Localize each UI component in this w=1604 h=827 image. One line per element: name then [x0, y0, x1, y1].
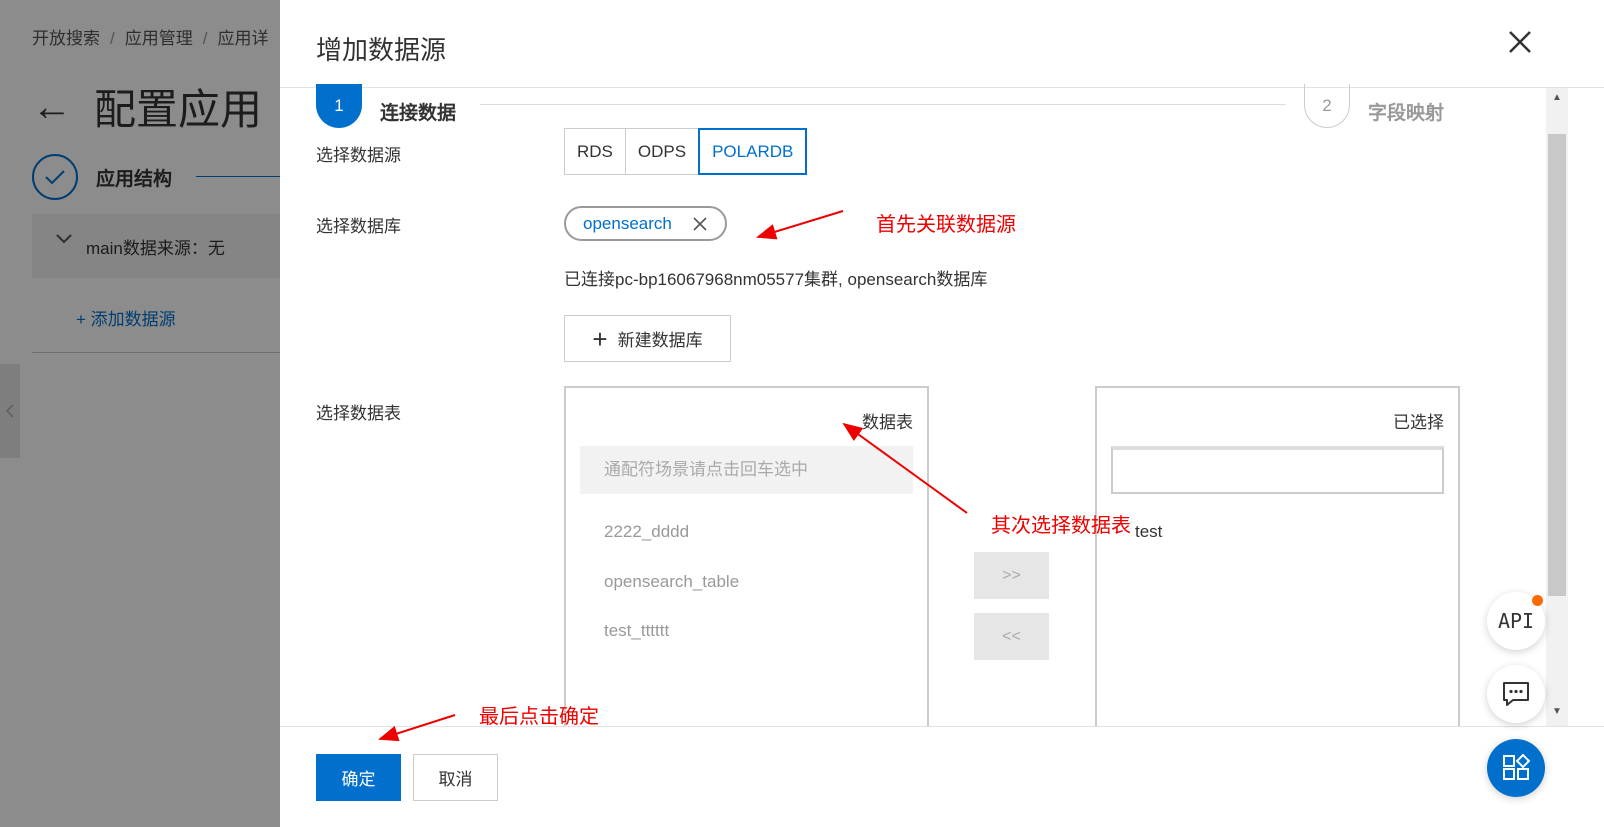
- transfer-source-title: 数据表: [862, 413, 913, 432]
- apps-icon: [1503, 754, 1530, 780]
- step-1-label: 连接数据: [380, 103, 457, 124]
- transfer-target-title: 已选择: [1393, 413, 1444, 432]
- notification-dot: [1532, 595, 1543, 606]
- annotation-first: 首先关联数据源: [876, 214, 1016, 236]
- scrollbar-thumb[interactable]: [1548, 134, 1566, 596]
- chat-icon: [1503, 682, 1529, 706]
- source-selector: RDS ODPS POLARDB: [564, 128, 808, 175]
- table-label: 选择数据表: [316, 404, 401, 423]
- new-database-label: 新建数据库: [617, 331, 703, 350]
- api-button[interactable]: API: [1487, 592, 1545, 650]
- list-item[interactable]: opensearch_table: [604, 572, 739, 592]
- api-label: API: [1497, 609, 1535, 633]
- source-label: 选择数据源: [316, 146, 401, 165]
- source-option-polardb[interactable]: POLARDB: [698, 128, 808, 175]
- transfer-source-list: 数据表 2222_dddd opensearch_table test_tttt…: [564, 386, 929, 746]
- apps-button[interactable]: [1487, 739, 1545, 797]
- drawer-header: 增加数据源: [280, 0, 1604, 88]
- selected-search-input[interactable]: [1111, 446, 1444, 494]
- step-2-label: 字段映射: [1368, 103, 1445, 124]
- database-tag[interactable]: opensearch: [564, 206, 727, 241]
- database-label: 选择数据库: [316, 217, 401, 236]
- annotation-last: 最后点击确定: [479, 706, 599, 728]
- drawer-footer: 确定 取消: [280, 726, 1604, 827]
- table-search-input[interactable]: [580, 446, 913, 494]
- steps: 1 连接数据 2 字段映射: [316, 84, 1466, 130]
- source-option-rds[interactable]: RDS: [564, 128, 626, 175]
- connection-status: 已连接pc-bp16067968nm05577集群, opensearch数据库: [564, 270, 988, 289]
- step-connector: [480, 104, 1286, 105]
- chat-button[interactable]: [1487, 665, 1545, 723]
- close-icon[interactable]: [1508, 26, 1532, 60]
- close-icon[interactable]: [693, 213, 707, 237]
- move-right-button[interactable]: >>: [974, 552, 1049, 599]
- database-tag-label: opensearch: [583, 213, 672, 233]
- scroll-up-icon[interactable]: ▲: [1546, 92, 1568, 103]
- new-database-button[interactable]: + 新建数据库: [564, 315, 731, 362]
- scroll-down-icon[interactable]: ▼: [1546, 706, 1568, 717]
- plus-icon: +: [592, 323, 608, 354]
- move-left-button[interactable]: <<: [974, 613, 1049, 660]
- step-1-number: 1: [316, 84, 362, 128]
- confirm-button[interactable]: 确定: [316, 754, 401, 801]
- drawer-title: 增加数据源: [316, 35, 447, 65]
- list-item[interactable]: test_tttttt: [604, 621, 669, 641]
- source-option-odps[interactable]: ODPS: [624, 128, 700, 175]
- list-item[interactable]: test: [1135, 522, 1162, 542]
- annotation-second: 其次选择数据表: [991, 515, 1131, 537]
- step-2-number: 2: [1304, 84, 1350, 128]
- list-item[interactable]: 2222_dddd: [604, 522, 689, 542]
- transfer-target-list: 已选择 test: [1095, 386, 1460, 746]
- cancel-button[interactable]: 取消: [413, 754, 498, 801]
